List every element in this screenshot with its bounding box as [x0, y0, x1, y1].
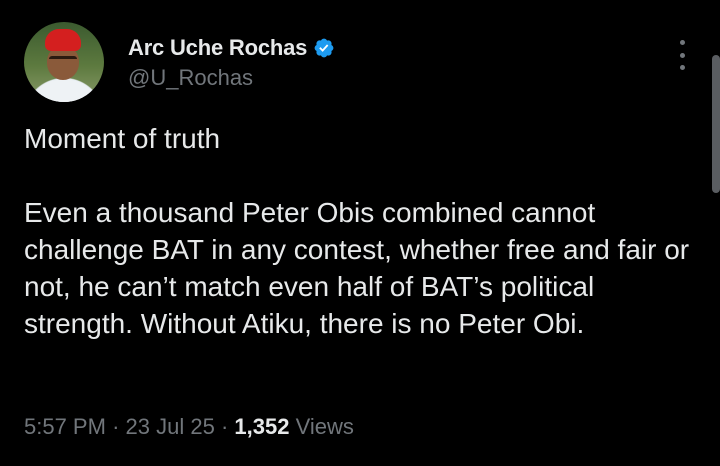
- tweet-meta: 5:57 PM · 23 Jul 25 · 1,352 Views: [24, 414, 354, 440]
- verified-badge-icon: [314, 38, 334, 58]
- more-dot: [679, 65, 685, 70]
- avatar-cap: [45, 29, 81, 51]
- more-dot: [679, 40, 685, 45]
- tweet-text: Moment of truth Even a thousand Peter Ob…: [24, 120, 704, 342]
- avatar-robe: [30, 80, 98, 102]
- views-count[interactable]: 1,352: [234, 414, 289, 439]
- author-handle[interactable]: @U_Rochas: [128, 65, 335, 91]
- avatar[interactable]: [24, 22, 104, 102]
- meta-separator: ·: [220, 414, 229, 439]
- tweet-line-1: Moment of truth: [24, 123, 221, 154]
- more-options-icon[interactable]: [670, 40, 694, 70]
- views-label: Views: [295, 414, 354, 439]
- tweet-date[interactable]: 23 Jul 25: [126, 414, 215, 439]
- more-dot: [679, 52, 685, 58]
- display-name[interactable]: Arc Uche Rochas: [128, 35, 307, 61]
- meta-separator: ·: [112, 414, 120, 439]
- tweet-time[interactable]: 5:57 PM: [24, 414, 106, 439]
- author-names: Arc Uche Rochas @U_Rochas: [128, 34, 335, 91]
- avatar-glasses: [49, 56, 77, 62]
- scrollbar[interactable]: [712, 55, 720, 193]
- display-name-row: Arc Uche Rochas: [128, 34, 335, 62]
- tweet-header: Arc Uche Rochas @U_Rochas: [24, 22, 704, 104]
- tweet-line-2: Even a thousand Peter Obis combined cann…: [24, 197, 690, 339]
- avatar-face: [47, 46, 79, 80]
